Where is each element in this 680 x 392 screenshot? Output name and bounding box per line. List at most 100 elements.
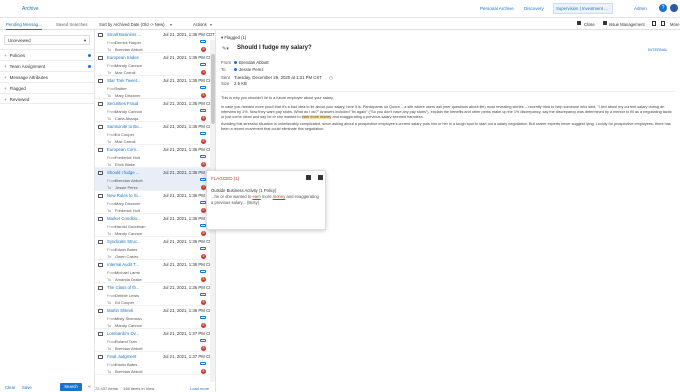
list-item[interactable]: Securities Fraud Jul 21, 2021, 1:35 PM CD…	[95, 99, 215, 122]
user-avatar-icon[interactable]	[670, 4, 678, 12]
flag-popup-title: FLAGGED (1)	[211, 176, 240, 181]
list-item-subject[interactable]: Martin Shkreli	[107, 308, 162, 313]
list-item[interactable]: European trades Jul 21, 2021, 1:35 PM CDT…	[95, 53, 215, 76]
list-item-from: FromMary Discover	[107, 201, 141, 206]
list-item-subject[interactable]: Samsonite to Bu...	[107, 124, 162, 129]
envelope-icon	[98, 125, 103, 129]
list-item-subject[interactable]: New Rules to Si...	[107, 193, 162, 198]
from-name: Mandy Cannon	[115, 109, 143, 114]
tab-pending-messages[interactable]: Pending Messag...	[6, 22, 42, 30]
list-item-subject[interactable]: Should I fudge ...	[107, 170, 162, 175]
list-item-subject[interactable]: Syndicate Struc...	[107, 239, 162, 244]
list-item-subject[interactable]: Securities Fraud	[107, 101, 162, 106]
collapse-icon[interactable]: «	[88, 384, 91, 390]
list-item-subject[interactable]: Lombardo's Dv...	[107, 331, 162, 336]
facet-message-attributes[interactable]: + Message Attributes	[0, 71, 95, 82]
list-item-subject[interactable]: Final Judgment	[107, 354, 162, 359]
to-name: Mandy Cannon	[115, 323, 143, 328]
list-item[interactable]: Star Trek Tweet... Jul 21, 2021, 1:35 PM …	[95, 76, 215, 99]
admin-link[interactable]: Admin	[634, 6, 647, 11]
list-item-subject[interactable]: Internal Audit T...	[107, 262, 162, 267]
list-item-from: FromHarold Goodman	[107, 224, 146, 229]
toolbar-row: Pending Messag... Saved Searches Sort by…	[0, 18, 680, 30]
from-value[interactable]: Brendan Abbott	[239, 60, 269, 65]
tab-saved-searches[interactable]: Saved Searches	[56, 22, 88, 27]
envelope-icon	[98, 194, 103, 198]
list-item[interactable]: Lombardo's Dv... Jul 21, 2021, 1:37 PM CD…	[95, 329, 215, 352]
envelope-icon	[98, 171, 103, 175]
from-name: Michael Lamb	[115, 270, 140, 275]
from-label: From	[221, 60, 232, 65]
help-icon[interactable]: ?	[659, 4, 667, 12]
facet-policies[interactable]: + Policies	[0, 49, 95, 60]
list-item-subject[interactable]: Small Business ...	[107, 32, 162, 37]
list-item[interactable]: European Com... Jul 21, 2021, 1:36 PM CDT…	[95, 145, 215, 168]
menu-icon[interactable]	[318, 175, 323, 180]
facet-flagged[interactable]: + Flagged	[0, 82, 95, 93]
more-button[interactable]: More	[670, 22, 680, 27]
personal-archive-link[interactable]: Personal Archive	[480, 6, 514, 11]
flag-policy: Outside Business Activity (1 Policy)	[211, 188, 277, 193]
flag-count-badge: 8	[201, 323, 206, 328]
plus-icon: +	[4, 86, 7, 91]
list-item[interactable]: Syndicate Struc... Jul 21, 2021, 1:36 PM …	[95, 237, 215, 260]
status-select[interactable]: Unreviewed ▾	[4, 35, 90, 45]
list-item[interactable]: New Rules to Si... Jul 21, 2021, 1:36 PM …	[95, 191, 215, 214]
list-item[interactable]: Should I fudge ... Jul 21, 2021, 1:36 PM …	[95, 168, 215, 191]
copy-icon[interactable]	[652, 21, 656, 26]
envelope-icon	[98, 33, 103, 37]
facet-reviewed[interactable]: + Reviewed	[0, 93, 95, 104]
discovery-link[interactable]: Discovery	[524, 6, 544, 11]
sort-select[interactable]: Sort by Archived Date (Old -> New)	[99, 22, 165, 27]
save-button[interactable]: Save	[22, 385, 32, 390]
list-item-subject[interactable]: Star Trek Tweet...	[107, 78, 162, 83]
actions-menu[interactable]: Actions	[193, 22, 207, 27]
list-item[interactable]: Small Business ... Jul 21, 2021, 1:35 PM …	[95, 30, 215, 53]
facet-team-assignment[interactable]: + Team Assignment	[0, 60, 95, 71]
sent-label: Sent	[221, 75, 230, 80]
para1-tail: and exaggerating a previous salary seeme…	[332, 115, 424, 119]
snippet-highlight[interactable]: money	[273, 194, 286, 199]
envelope-icon	[98, 355, 103, 359]
sort-chevron-icon[interactable]: ▾	[170, 22, 172, 27]
list-item[interactable]: The Class of th... Jul 21, 2021, 1:36 PM …	[95, 283, 215, 306]
check-icon[interactable]	[306, 175, 311, 180]
from-name: Frederick Holt	[115, 155, 140, 160]
issue-checkbox-icon[interactable]	[603, 21, 607, 25]
snippet-highlight[interactable]: earn	[252, 194, 260, 199]
archive-back-link[interactable]: Archive	[22, 6, 39, 12]
to-name: Brendan Abbott	[115, 346, 143, 351]
attachment-icon	[200, 40, 206, 43]
list-item-subject[interactable]: Market Conditio...	[107, 216, 162, 221]
list-item-subject[interactable]: The Class of th...	[107, 285, 162, 290]
from-name: Roland Tran	[115, 339, 137, 344]
list-item-subject[interactable]: European Com...	[107, 147, 162, 152]
flag-count-badge: 8	[201, 47, 206, 52]
list-item-date: Jul 21, 2021, 1:35 PM CDT	[163, 78, 215, 83]
list-item-subject[interactable]: European trades	[107, 55, 162, 60]
close-button[interactable]: Close	[584, 22, 595, 27]
flagged-toggle[interactable]: ▾ Flagged (1)	[221, 35, 246, 41]
clear-button[interactable]: Clear	[5, 385, 15, 390]
attachment-icon	[200, 109, 206, 112]
list-item[interactable]: Internal Audit T... Jul 21, 2021, 1:36 PM…	[95, 260, 215, 283]
envelope-icon	[98, 332, 103, 336]
list-item[interactable]: Final Judgment Jul 21, 2021, 1:37 PM CDT F…	[95, 352, 215, 375]
list-item-date: Jul 21, 2021, 1:35 PM CDT	[163, 32, 215, 37]
message-list: Small Business ... Jul 21, 2021, 1:35 PM …	[95, 30, 216, 392]
list-item[interactable]: Samsonite to Bu... Jul 21, 2021, 1:35 PM …	[95, 122, 215, 145]
search-button[interactable]: Search	[60, 383, 82, 391]
scrollbar-thumb[interactable]	[210, 54, 215, 124]
tag-icon[interactable]: ✎▾	[222, 46, 229, 52]
to-name: Mandy Cannon	[115, 231, 143, 236]
envelope-icon	[98, 309, 103, 313]
close-checkbox-icon[interactable]	[577, 21, 581, 25]
load-more-link[interactable]: Load more	[190, 386, 209, 391]
highlighted-phrase[interactable]: earn more money	[301, 115, 332, 119]
supervision-select[interactable]: Supervision | Investment ...	[553, 3, 613, 14]
list-item[interactable]: Market Conditio... Jul 21, 2021, 1:36 PM …	[95, 214, 215, 237]
issue-management-button[interactable]: Issue Management	[609, 22, 645, 27]
to-value[interactable]: Jessie Perez	[239, 67, 264, 72]
list-item[interactable]: Martin Shkreli Jul 21, 2021, 1:36 PM CDT F…	[95, 306, 215, 329]
print-icon[interactable]	[661, 21, 665, 26]
